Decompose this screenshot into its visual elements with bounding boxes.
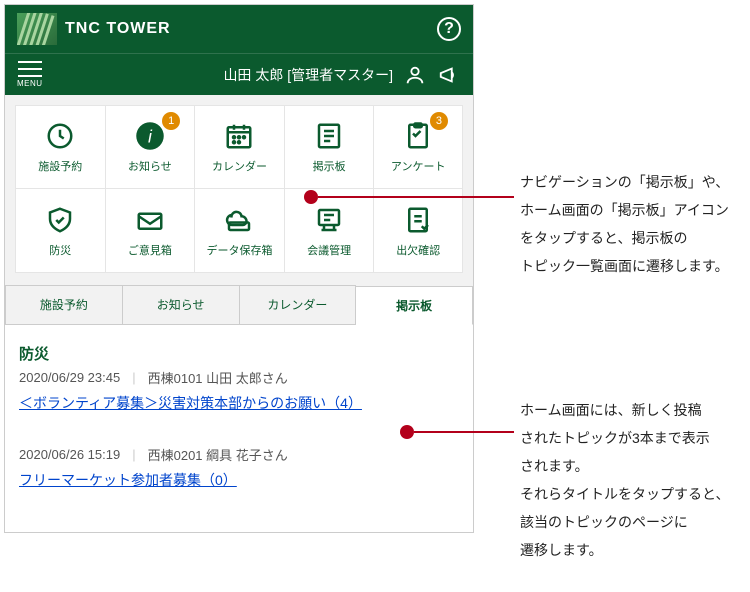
nav-item-board[interactable]: 掲示板 [284, 105, 374, 189]
topic-author: 西棟0201 綱具 花子さん [148, 445, 288, 464]
nav-item-label: 会議管理 [307, 242, 351, 258]
callout-marker-1 [304, 190, 318, 204]
nav-item-info[interactable]: i お知らせ 1 [105, 105, 195, 189]
badge: 1 [162, 112, 180, 130]
logo-icon [17, 13, 57, 45]
badge: 3 [430, 112, 448, 130]
topic-item: 防災 2020/06/29 23:45|西棟0101 山田 太郎さん ＜ボランティア… [19, 343, 459, 413]
nav-item-clock[interactable]: 施設予約 [15, 105, 105, 189]
callout-line-1 [318, 196, 514, 198]
topic-link[interactable]: ＜ボランティア募集＞災害対策本部からのお願い（4） [19, 395, 362, 411]
mailbox-icon [134, 204, 166, 236]
topic-meta: 2020/06/29 23:45|西棟0101 山田 太郎さん [19, 368, 459, 387]
nav-grid-wrap: 施設予約 i お知らせ 1 カレンダー 掲示板 アンケート 3 防災 ご意見箱 データ保存箱 会議管理… [5, 95, 473, 283]
topic-link[interactable]: フリーマーケット参加者募集（0） [19, 472, 237, 488]
announce-icon[interactable] [437, 63, 461, 87]
shield-icon [44, 204, 76, 236]
nav-item-label: アンケート [391, 158, 446, 174]
app-frame: TNC TOWER ? MENU 山田 太郎 [管理者マスター] 施設予約 i お知… [4, 4, 474, 533]
info-icon: i [134, 120, 166, 152]
user-bar: MENU 山田 太郎 [管理者マスター] [5, 53, 473, 95]
nav-item-label: データ保存箱 [206, 242, 272, 258]
nav-item-survey[interactable]: アンケート 3 [373, 105, 463, 189]
nav-item-label: 防災 [49, 242, 71, 258]
top-bar: TNC TOWER ? [5, 5, 473, 53]
nav-item-label: ご意見箱 [128, 242, 172, 258]
nav-item-shield[interactable]: 防災 [15, 189, 105, 273]
profile-icon[interactable] [403, 63, 427, 87]
nav-grid: 施設予約 i お知らせ 1 カレンダー 掲示板 アンケート 3 防災 ご意見箱 データ保存箱 会議管理… [15, 105, 463, 273]
annotation-1: ナビゲーションの「掲示板」や、ホーム画面の「掲示板」アイコンをタップすると、掲示… [520, 168, 729, 280]
user-area: 山田 太郎 [管理者マスター] [223, 63, 461, 87]
topic-datetime: 2020/06/29 23:45 [19, 370, 120, 385]
nav-item-label: お知らせ [128, 158, 172, 174]
nav-item-label: 出欠確認 [396, 242, 440, 258]
calendar-icon [223, 120, 255, 152]
nav-item-label: カレンダー [212, 158, 267, 174]
callout-marker-2 [400, 425, 414, 439]
hamburger-icon [18, 61, 42, 77]
survey-icon [402, 120, 434, 152]
annotation-2: ホーム画面には、新しく投稿されたトピックが3本まで表示されます。それらタイトルを… [520, 396, 729, 564]
topic-author: 西棟0101 山田 太郎さん [148, 368, 288, 387]
nav-item-mailbox[interactable]: ご意見箱 [105, 189, 195, 273]
storage-icon [223, 204, 255, 236]
board-icon [313, 120, 345, 152]
nav-item-meeting[interactable]: 会議管理 [284, 189, 374, 273]
topic-meta: 2020/06/26 15:19|西棟0201 綱具 花子さん [19, 445, 459, 464]
tab-カレンダー[interactable]: カレンダー [240, 285, 357, 324]
topic-category: 防災 [19, 343, 459, 364]
tab-掲示板[interactable]: 掲示板 [356, 286, 473, 325]
meeting-icon [313, 204, 345, 236]
help-icon[interactable]: ? [437, 17, 461, 41]
tab-bar: 施設予約お知らせカレンダー掲示板 [5, 285, 473, 324]
topic-datetime: 2020/06/26 15:19 [19, 447, 120, 462]
user-name: 山田 太郎 [管理者マスター] [223, 65, 393, 85]
tab-施設予約[interactable]: 施設予約 [5, 285, 123, 324]
app-title: TNC TOWER [65, 20, 171, 38]
clock-icon [44, 120, 76, 152]
nav-item-calendar[interactable]: カレンダー [194, 105, 284, 189]
tab-お知らせ[interactable]: お知らせ [123, 285, 240, 324]
nav-item-attend[interactable]: 出欠確認 [373, 189, 463, 273]
nav-item-label: 施設予約 [38, 158, 82, 174]
nav-item-storage[interactable]: データ保存箱 [194, 189, 284, 273]
attend-icon [402, 204, 434, 236]
nav-item-label: 掲示板 [313, 158, 346, 174]
menu-label: MENU [17, 79, 43, 88]
menu-button[interactable]: MENU [17, 61, 43, 88]
callout-line-2 [414, 431, 514, 433]
brand: TNC TOWER [17, 13, 171, 45]
topic-item: 2020/06/26 15:19|西棟0201 綱具 花子さんフリーマーケット参… [19, 445, 459, 490]
